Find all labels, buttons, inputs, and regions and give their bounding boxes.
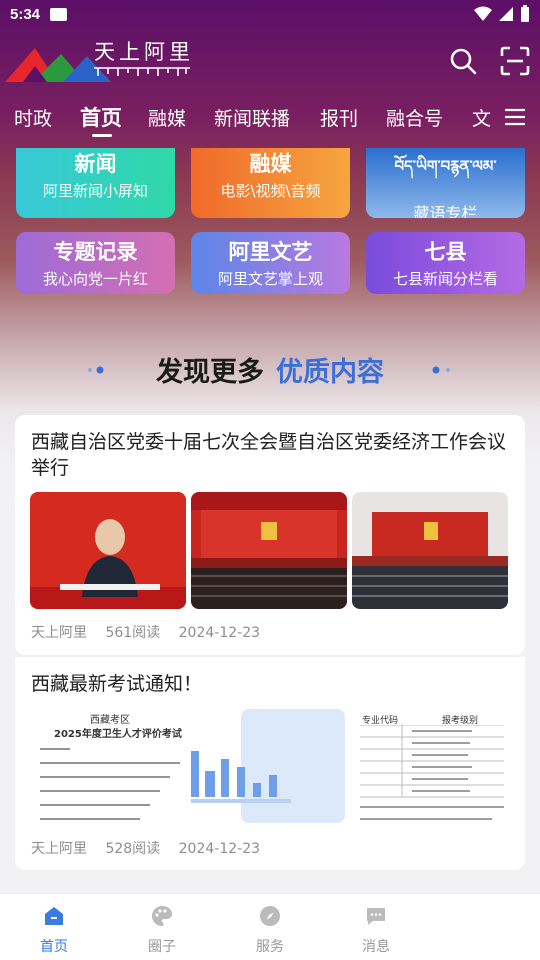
bottom-nav-service[interactable]: 服务 [230, 904, 310, 956]
sim-icon [50, 8, 67, 21]
card-rongmei-title: 融媒 [249, 152, 292, 176]
status-bar: 5:34 [0, 0, 540, 30]
bottom-navigation: 首页 圈子 服务 消息 [0, 893, 540, 960]
palette-icon [152, 906, 172, 926]
card-ali-arts[interactable]: 阿里文艺 阿里文艺掌上观 [191, 232, 350, 294]
bottom-nav-circle[interactable]: 圈子 [122, 904, 202, 956]
card-arts-subtitle: 阿里文艺掌上观 [217, 270, 323, 288]
bottom-nav-messages-label: 消息 [362, 939, 390, 955]
tab-ronghehao[interactable]: 融合号 [386, 104, 443, 131]
bottom-nav-service-label: 服务 [256, 939, 284, 955]
card-special-subtitle: 我心向党一片红 [42, 270, 148, 288]
message-icon [367, 908, 385, 925]
app-header: 天上阿里 [0, 30, 540, 92]
menu-icon[interactable] [504, 107, 526, 127]
logo-subtitle [94, 67, 190, 76]
card-tibetan-title: བོད་ཡིག་བརྙན་ལམ་ [394, 157, 497, 175]
tab-rongmei[interactable]: 融媒 [148, 104, 186, 131]
home-icon [45, 907, 63, 925]
card-arts-title: 阿里文艺 [228, 240, 313, 264]
signal-icon [499, 7, 513, 21]
status-icons [474, 5, 530, 23]
article-date: 2024-12-23 [178, 841, 261, 857]
doc-heading: 西藏考区 [90, 715, 130, 726]
card-counties-subtitle: 七县新闻分栏看 [392, 270, 498, 288]
active-tab-indicator [92, 134, 112, 137]
article-card[interactable]: 西藏最新考试通知！ 西藏考区 2025年度卫生人才评价考试 专业代码 报考级别 … [15, 657, 525, 870]
article-meta: 天上阿里 528阅读 2024-12-23 [31, 838, 274, 858]
card-counties-title: 七县 [424, 240, 467, 264]
card-rongmei-subtitle: 电影\视频\音频 [220, 182, 321, 200]
bottom-nav-home-label: 首页 [40, 939, 68, 955]
article-card[interactable]: 西藏自治区党委十届七次全会暨自治区党委经济工作会议举行 天上阿里 561阅读 2… [15, 415, 525, 655]
bottom-nav-messages[interactable]: 消息 [336, 904, 416, 956]
card-seven-counties[interactable]: 七县 七县新闻分栏看 [366, 232, 525, 294]
article-source: 天上阿里 [31, 625, 87, 641]
card-news-title: 新闻 [74, 152, 117, 176]
bottom-nav-home[interactable]: 首页 [14, 904, 94, 956]
article-image [30, 492, 186, 609]
article-image [352, 492, 508, 609]
article-reads: 561阅读 [105, 625, 161, 641]
article-image: 专业代码 报考级别 [352, 707, 512, 827]
scan-icon[interactable] [500, 46, 530, 76]
card-rongmei[interactable]: 融媒 电影\视频\音频 [191, 148, 350, 218]
decor-dots-right [432, 366, 450, 374]
article-reads: 528阅读 [105, 841, 161, 857]
tab-shizheng[interactable]: 时政 [14, 104, 52, 131]
logo-title: 天上阿里 [94, 40, 194, 64]
status-time: 5:34 [10, 6, 41, 23]
article-source: 天上阿里 [31, 841, 87, 857]
tab-newspaper[interactable]: 报刊 [320, 104, 358, 131]
article-image [191, 707, 351, 827]
article-meta: 天上阿里 561阅读 2024-12-23 [31, 622, 274, 642]
section-title-main: 发现更多 [156, 357, 264, 388]
search-icon[interactable] [448, 46, 478, 76]
bottom-nav-circle-label: 圈子 [148, 939, 176, 955]
section-title-highlight: 优质内容 [276, 357, 384, 388]
channel-tabs: 时政 首页 融媒 新闻联播 报刊 融合号 文 [0, 98, 540, 138]
article-image: 西藏考区 2025年度卫生人才评价考试 [30, 707, 190, 827]
tab-home[interactable]: 首页 [80, 102, 122, 132]
tab-news-broadcast[interactable]: 新闻联播 [214, 104, 290, 131]
article-title[interactable]: 西藏自治区党委十届七次全会暨自治区党委经济工作会议举行 [31, 429, 513, 481]
card-special-title: 专题记录 [53, 240, 138, 264]
card-news-subtitle: 阿里新闻小屏知 [42, 182, 148, 200]
compass-icon [260, 906, 280, 926]
article-date: 2024-12-23 [178, 625, 261, 641]
section-title: 发现更多 优质内容 [0, 350, 540, 389]
card-special-records[interactable]: 专题记录 我心向党一片红 [16, 232, 175, 294]
battery-icon [521, 5, 529, 22]
doc-subheading: 2025年度卫生人才评价考试 [54, 729, 182, 740]
wifi-icon [474, 6, 492, 21]
card-tibetan[interactable]: བོད་ཡིག་བརྙན་ལམ་ 藏语专栏 [366, 148, 525, 218]
card-tibetan-subtitle: 藏语专栏 [413, 204, 478, 218]
tab-culture[interactable]: 文 [472, 104, 491, 131]
card-news[interactable]: 新闻 阿里新闻小屏知 [16, 148, 175, 218]
article-title[interactable]: 西藏最新考试通知！ [31, 671, 513, 697]
article-image [191, 492, 347, 609]
